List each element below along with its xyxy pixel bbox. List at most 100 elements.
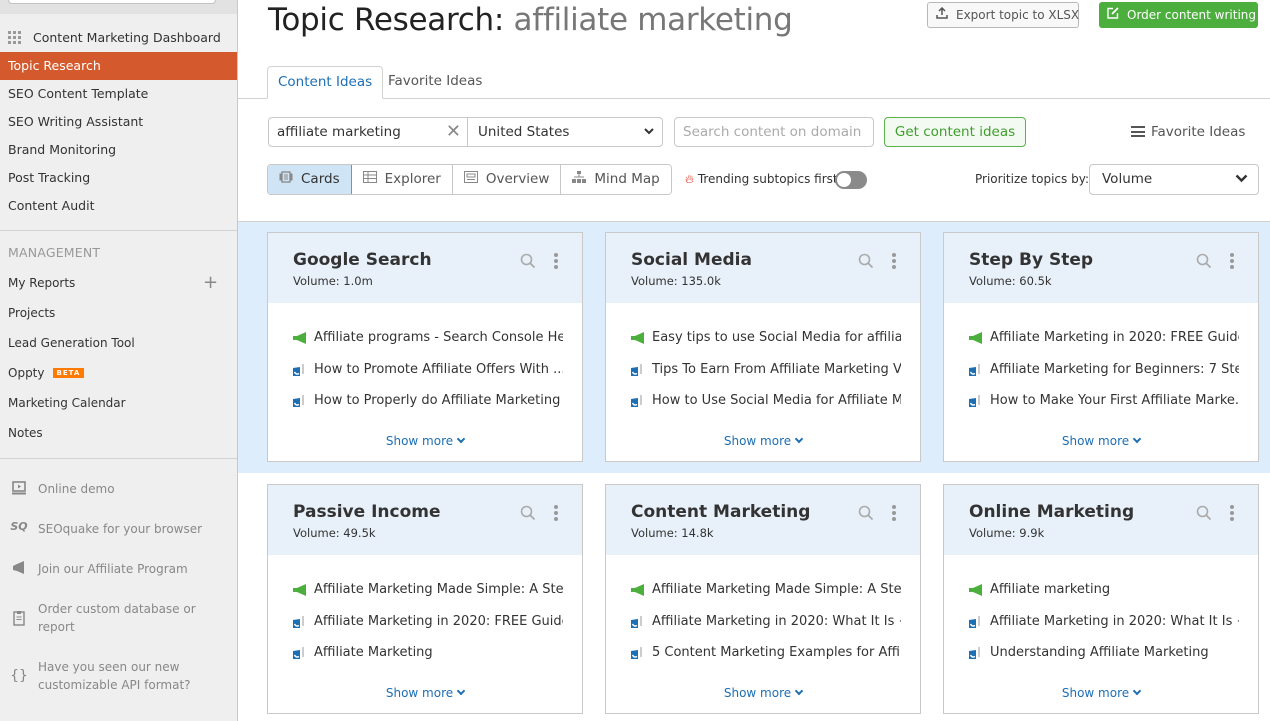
sidebar-item-marketing-calendar[interactable]: Marketing Calendar [8, 396, 126, 410]
headline-item[interactable]: Affiliate Marketing in 2020: What It Is … [631, 613, 901, 645]
sidebar-item-brand-monitoring[interactable]: Brand Monitoring [0, 136, 237, 164]
headline-text: Affiliate Marketing for Beginners: 7 Ste… [990, 361, 1239, 377]
headline-item[interactable]: 5 Content Marketing Examples for Affil..… [631, 644, 901, 676]
headline-text: How to Promote Affiliate Offers With ... [314, 361, 563, 377]
add-report-icon[interactable]: + [203, 274, 218, 292]
card-title[interactable]: Content Marketing [631, 502, 920, 522]
headline-text: Understanding Affiliate Marketing [990, 645, 1209, 660]
megaphone-blue-icon [293, 647, 308, 659]
more-options-icon[interactable] [552, 253, 560, 271]
headline-item[interactable]: How to Properly do Affiliate Marketing .… [293, 392, 563, 424]
more-options-icon[interactable] [1228, 505, 1236, 523]
sidebar-item-content-marketing-dashboard[interactable]: Content Marketing Dashboard [0, 24, 237, 52]
search-icon[interactable] [520, 253, 536, 269]
order-database-link[interactable]: Order custom database or report [38, 600, 208, 636]
domain-search-input[interactable]: Search content on domain [674, 117, 874, 147]
headline-item[interactable]: Tips To Earn From Affiliate Marketing V.… [631, 361, 901, 393]
headline-item[interactable]: Understanding Affiliate Marketing [969, 644, 1239, 676]
seoquake-link[interactable]: SEOquake for your browser [38, 520, 208, 538]
view-cards-button[interactable]: Cards [268, 165, 352, 194]
show-more-link[interactable]: Show more [268, 686, 582, 700]
sidebar-item-post-tracking[interactable]: Post Tracking [0, 164, 237, 192]
search-icon[interactable] [1196, 253, 1212, 269]
card-headlines: Affiliate marketing Affiliate Marketing i… [944, 555, 1258, 676]
headline-item[interactable]: Affiliate programs - Search Console Help [293, 329, 563, 361]
headline-item[interactable]: How to Use Social Media for Affiliate M.… [631, 392, 901, 424]
sidebar-item-my-reports[interactable]: My Reports [8, 276, 75, 290]
headline-item[interactable]: Easy tips to use Social Media for affili… [631, 329, 901, 361]
sidebar-item-seo-writing-assistant[interactable]: SEO Writing Assistant [0, 108, 237, 136]
keyword-input[interactable]: affiliate marketing ✕ [268, 117, 468, 147]
upload-icon [936, 3, 948, 27]
get-content-ideas-button[interactable]: Get content ideas [884, 117, 1026, 147]
card-title[interactable]: Social Media [631, 250, 920, 270]
affiliate-program-link[interactable]: Join our Affiliate Program [38, 560, 208, 578]
card-title[interactable]: Step By Step [969, 250, 1258, 270]
show-more-link[interactable]: Show more [606, 686, 920, 700]
show-more-link[interactable]: Show more [944, 686, 1258, 700]
sidebar-item-notes[interactable]: Notes [8, 426, 43, 440]
more-options-icon[interactable] [552, 505, 560, 523]
card-title[interactable]: Online Marketing [969, 502, 1258, 522]
more-options-icon[interactable] [890, 253, 898, 271]
headline-item[interactable]: Affiliate Marketing [293, 644, 563, 676]
megaphone-blue-icon [969, 615, 984, 628]
card-headlines: Affiliate Marketing Made Simple: A Ste..… [606, 555, 920, 676]
trending-toggle[interactable] [835, 171, 867, 189]
card-headlines: Easy tips to use Social Media for affili… [606, 303, 920, 424]
sidebar-item-seo-content-template[interactable]: SEO Content Template [0, 80, 237, 108]
headline-item[interactable]: Affiliate Marketing for Beginners: 7 Ste… [969, 361, 1239, 393]
sidebar-search-input[interactable] [8, 0, 216, 4]
sidebar-item-oppty[interactable]: Oppty BETA [8, 366, 85, 380]
search-icon[interactable] [1196, 505, 1212, 521]
card-header: Step By Step Volume: 60.5k [944, 233, 1258, 303]
more-options-icon[interactable] [1228, 253, 1236, 271]
view-mind-map-button[interactable]: Mind Map [561, 165, 671, 194]
tab-favorite-ideas[interactable]: Favorite Ideas [378, 66, 492, 99]
view-overview-button[interactable]: Overview [452, 165, 562, 194]
online-demo-link[interactable]: Online demo [38, 480, 208, 498]
search-icon[interactable] [520, 505, 536, 521]
view-explorer-button[interactable]: Explorer [351, 165, 453, 194]
main-content: Topic Research: affiliate marketing Expo… [238, 0, 1270, 721]
search-icon[interactable] [858, 505, 874, 521]
headline-item[interactable]: Affiliate Marketing Made Simple: A Ste..… [293, 581, 563, 613]
sidebar-item-projects[interactable]: Projects [8, 306, 55, 320]
headline-item[interactable]: Affiliate Marketing in 2020: What It Is … [969, 613, 1239, 645]
headline-text: Easy tips to use Social Media for affili… [652, 330, 901, 345]
headline-item[interactable]: Affiliate marketing [969, 581, 1239, 613]
show-more-link[interactable]: Show more [944, 434, 1258, 448]
show-more-label: Show more [723, 686, 792, 700]
clipboard-icon [10, 610, 28, 630]
more-options-icon[interactable] [890, 505, 898, 523]
megaphone-blue-icon [969, 647, 984, 659]
show-more-link[interactable]: Show more [606, 434, 920, 448]
headline-item[interactable]: How to Promote Affiliate Offers With ... [293, 361, 563, 393]
beta-badge: BETA [52, 368, 85, 378]
clear-icon[interactable]: ✕ [446, 118, 461, 146]
sidebar-item-label: SEO Content Template [8, 86, 149, 101]
sidebar-item-lead-generation-tool[interactable]: Lead Generation Tool [8, 336, 135, 350]
show-more-link[interactable]: Show more [268, 434, 582, 448]
headline-item[interactable]: Affiliate Marketing in 2020: FREE Guide.… [293, 613, 563, 645]
sidebar-item-content-audit[interactable]: Content Audit [0, 192, 237, 220]
card-title[interactable]: Google Search [293, 250, 582, 270]
card-title[interactable]: Passive Income [293, 502, 582, 522]
order-content-writing-button[interactable]: Order content writing [1099, 2, 1258, 28]
topic-card: Social Media Volume: 135.0k Easy tips to… [605, 232, 921, 462]
megaphone-green-icon [969, 584, 984, 596]
search-icon[interactable] [858, 253, 874, 269]
megaphone-icon [10, 560, 28, 580]
headline-text: How to Make Your First Affiliate Marke..… [990, 393, 1239, 408]
prioritize-select[interactable]: Volume [1089, 164, 1259, 195]
headline-item[interactable]: How to Make Your First Affiliate Marke..… [969, 392, 1239, 424]
headline-item[interactable]: Affiliate Marketing Made Simple: A Ste..… [631, 581, 901, 613]
country-select[interactable]: United States [467, 117, 663, 147]
tab-content-ideas[interactable]: Content Ideas [267, 66, 384, 99]
api-format-link[interactable]: Have you seen our new customizable API f… [38, 658, 208, 694]
headline-item[interactable]: Affiliate Marketing in 2020: FREE Guide.… [969, 329, 1239, 361]
cards-icon [279, 165, 293, 194]
favorite-ideas-link[interactable]: Favorite Ideas [1131, 117, 1245, 147]
export-xlsx-button[interactable]: Export topic to XLSX [927, 2, 1079, 28]
sidebar-item-topic-research[interactable]: Topic Research [0, 52, 237, 80]
